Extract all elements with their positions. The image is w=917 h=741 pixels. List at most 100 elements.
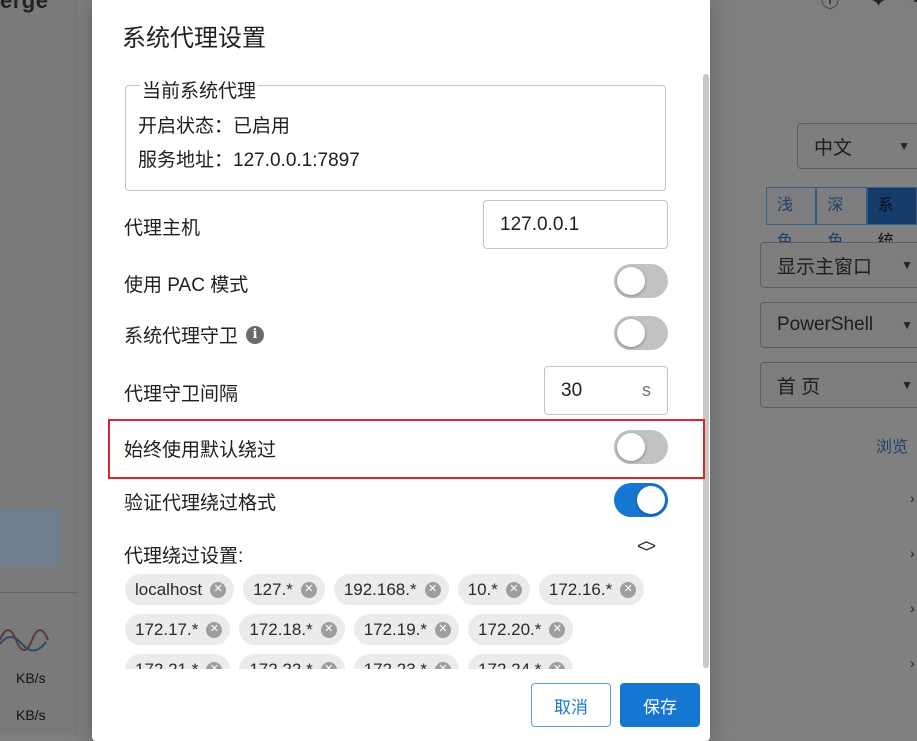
- bypass-chip: 10.* ✕: [457, 574, 530, 605]
- terminal-select-value: PowerShell: [777, 314, 874, 335]
- chevron-right-icon[interactable]: ›: [910, 545, 915, 561]
- chip-label: 172.20.*: [478, 619, 542, 639]
- pin-icon[interactable]: ✦: [871, 0, 893, 12]
- chip-row: localhost ✕ 127.* ✕ 192.168.* ✕ 10.* ✕ 172.1…: [125, 574, 665, 605]
- bypass-settings-label: 代理绕过设置:: [124, 546, 244, 567]
- bypass-chip: localhost ✕: [125, 574, 235, 605]
- language-select-value: 中文: [814, 137, 853, 159]
- proxy-host-input[interactable]: 127.0.0.1: [483, 200, 668, 249]
- bypass-chip: 172.19.* ✕: [353, 614, 460, 645]
- proxy-address-text: 服务地址：127.0.0.1:7897: [138, 150, 360, 171]
- remove-chip-icon[interactable]: ✕: [549, 661, 566, 669]
- remove-chip-icon[interactable]: ✕: [435, 621, 452, 638]
- current-proxy-panel: 当前系统代理 开启状态：已启用 服务地址：127.0.0.1:7897: [125, 76, 666, 191]
- proxy-host-label: 代理主机: [124, 218, 201, 239]
- upload-speed-unit: KB/s: [16, 670, 46, 686]
- help-icon[interactable]: ◔: [909, 0, 917, 12]
- chevron-down-icon: ▼: [898, 139, 910, 153]
- code-toggle-icon[interactable]: <>: [637, 536, 656, 557]
- guard-interval-label: 代理守卫间隔: [124, 384, 239, 405]
- chip-label: 172.19.*: [363, 619, 428, 639]
- bypass-chip: 172.16.* ✕: [538, 574, 645, 605]
- system-proxy-dialog: 系统代理设置 当前系统代理 开启状态：已启用 服务地址：127.0.0.1:78…: [92, 0, 710, 741]
- proxy-guard-label: 系统代理守卫 i: [124, 321, 265, 348]
- chevron-down-icon: ▼: [901, 318, 913, 332]
- remove-chip-icon[interactable]: ✕: [210, 581, 227, 598]
- guard-interval-unit: s: [642, 380, 651, 400]
- theme-option-light[interactable]: 浅色: [766, 187, 817, 250]
- info-circle-icon[interactable]: ⓘ: [821, 0, 843, 12]
- chip-label: 172.23.*: [363, 659, 428, 670]
- remove-chip-icon[interactable]: ✕: [300, 581, 317, 598]
- chevron-down-icon: ▼: [901, 378, 913, 392]
- language-select[interactable]: 中文 ▼: [797, 123, 917, 169]
- chevron-down-icon: ▼: [901, 258, 913, 272]
- cancel-button[interactable]: 取消: [531, 683, 611, 727]
- switch-thumb: [617, 267, 645, 295]
- bypass-chip: 172.23.* ✕: [353, 654, 460, 670]
- bypass-chip: 172.20.* ✕: [468, 614, 574, 645]
- chip-label: 172.24.*: [478, 659, 542, 670]
- bypass-chip: 192.168.* ✕: [333, 574, 449, 605]
- start-page-select[interactable]: 首 页 ▼: [760, 362, 917, 408]
- browse-link[interactable]: 浏览: [876, 433, 908, 457]
- chip-label: 172.22.*: [249, 659, 313, 670]
- save-button[interactable]: 保存: [620, 683, 700, 727]
- pac-mode-label-text: 使用 PAC 模式: [124, 275, 249, 296]
- terminal-select[interactable]: PowerShell ▼: [760, 302, 917, 348]
- tray-action-select-value: 显示主窗口: [777, 256, 873, 278]
- guard-interval-input[interactable]: 30 s: [544, 366, 668, 415]
- remove-chip-icon[interactable]: ✕: [435, 661, 452, 669]
- bypass-chip: 172.22.* ✕: [239, 654, 345, 670]
- proxy-guard-label-text: 系统代理守卫: [124, 326, 239, 347]
- remove-chip-icon[interactable]: ✕: [320, 661, 337, 669]
- pac-mode-label: 使用 PAC 模式: [124, 270, 248, 297]
- chip-label: 172.18.*: [249, 619, 313, 639]
- bypass-chip: 172.17.* ✕: [125, 614, 231, 645]
- app-brand: erge: [0, 0, 49, 13]
- chevron-right-icon[interactable]: ›: [910, 490, 915, 506]
- validate-bypass-label: 验证代理绕过格式: [124, 493, 277, 514]
- chip-row: 172.21.* ✕ 172.22.* ✕ 172.23.* ✕ 172.24.* ✕: [125, 654, 665, 669]
- sidebar: erge KB/s KB/s: [0, 0, 78, 735]
- current-proxy-legend: 当前系统代理: [140, 76, 259, 103]
- remove-chip-icon[interactable]: ✕: [549, 621, 566, 638]
- proxy-host-value: 127.0.0.1: [500, 213, 580, 235]
- remove-chip-icon[interactable]: ✕: [505, 581, 522, 598]
- bypass-chip: 172.18.* ✕: [239, 614, 345, 645]
- chip-label: 172.21.*: [135, 659, 199, 670]
- info-icon[interactable]: i: [246, 325, 265, 344]
- tray-action-select[interactable]: 显示主窗口 ▼: [760, 242, 917, 288]
- chip-label: 172.17.*: [135, 619, 199, 639]
- bypass-chip-list: localhost ✕ 127.* ✕ 192.168.* ✕ 10.* ✕ 172.1…: [125, 574, 665, 669]
- theme-option-system[interactable]: 系统: [866, 187, 917, 250]
- theme-segmented-control[interactable]: 浅色 深色 系统: [766, 187, 917, 250]
- chevron-right-icon[interactable]: ›: [910, 655, 915, 671]
- bypass-chip: 172.24.* ✕: [468, 654, 574, 670]
- sidebar-divider: [0, 592, 78, 593]
- proxy-guard-switch[interactable]: [614, 316, 668, 350]
- chip-label: 10.*: [467, 579, 498, 599]
- download-speed-unit: KB/s: [16, 707, 46, 723]
- switch-thumb: [617, 319, 645, 347]
- chip-label: 172.16.*: [548, 579, 613, 599]
- traffic-wave-graph: [0, 629, 49, 652]
- chevron-right-icon[interactable]: ›: [910, 600, 915, 616]
- switch-thumb: [637, 486, 665, 514]
- pac-mode-switch[interactable]: [614, 264, 668, 298]
- sidebar-active-item[interactable]: [0, 508, 61, 566]
- bypass-chip: 172.21.* ✕: [125, 654, 231, 670]
- validate-bypass-switch[interactable]: [614, 483, 668, 517]
- remove-chip-icon[interactable]: ✕: [206, 621, 223, 638]
- scrollbar-thumb[interactable]: [703, 74, 709, 668]
- remove-chip-icon[interactable]: ✕: [424, 581, 441, 598]
- chip-label: 127.*: [253, 579, 293, 599]
- theme-option-dark[interactable]: 深色: [816, 187, 867, 250]
- remove-chip-icon[interactable]: ✕: [620, 581, 637, 598]
- remove-chip-icon[interactable]: ✕: [206, 661, 223, 669]
- dialog-title: 系统代理设置: [122, 25, 266, 52]
- chip-row: 172.17.* ✕ 172.18.* ✕ 172.19.* ✕ 172.20.* ✕: [125, 614, 665, 645]
- chip-label: localhost: [135, 579, 203, 599]
- remove-chip-icon[interactable]: ✕: [320, 621, 337, 638]
- guard-interval-value: 30: [561, 379, 583, 401]
